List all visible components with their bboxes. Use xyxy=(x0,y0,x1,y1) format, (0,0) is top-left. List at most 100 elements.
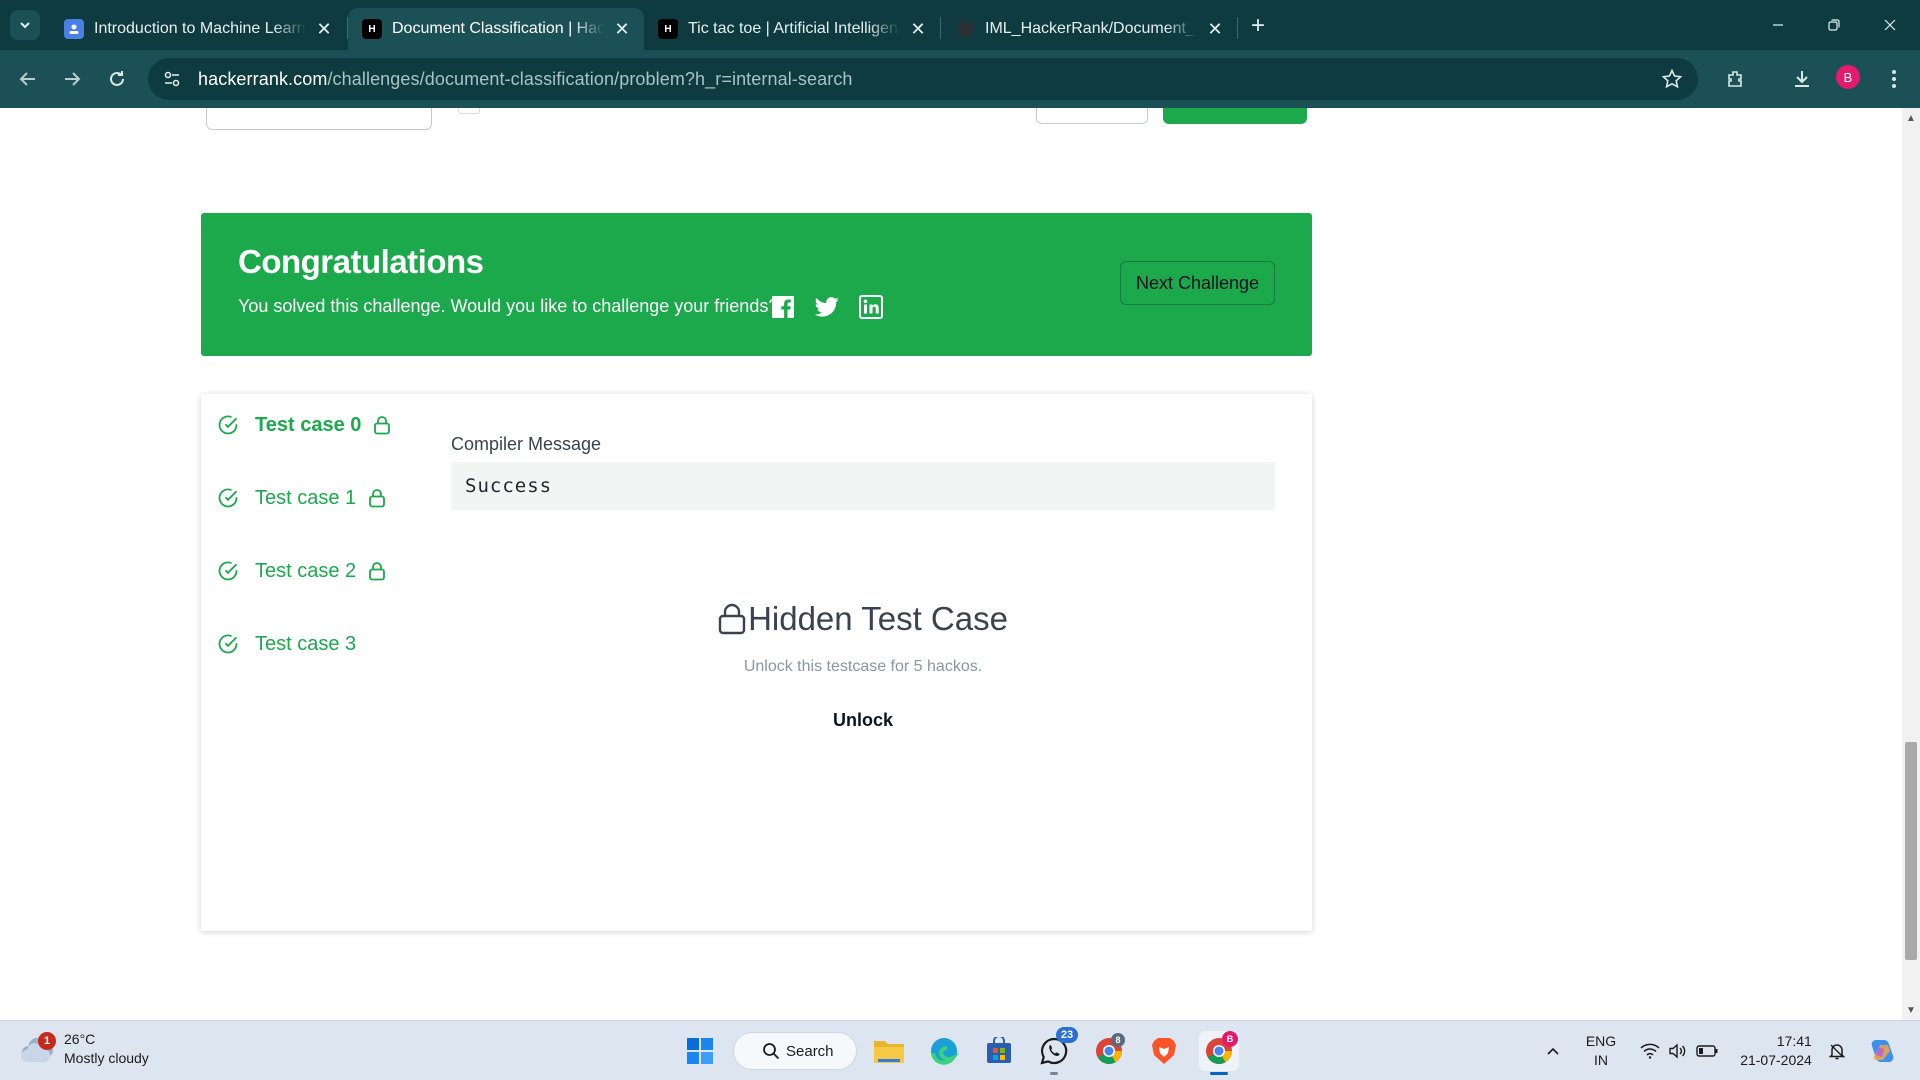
clock-time: 17:41 xyxy=(1776,1033,1812,1049)
arrow-left-icon xyxy=(19,72,35,86)
minimize-button[interactable] xyxy=(1750,0,1806,50)
tab-tic-tac-toe[interactable]: H Tic tac toe | Artificial Intelligence … xyxy=(644,8,940,50)
close-icon xyxy=(1884,19,1896,31)
partial-language-select[interactable] xyxy=(206,108,432,130)
unlock-button[interactable]: Unlock xyxy=(813,706,913,734)
chrome-profile-button[interactable]: 8 xyxy=(1089,1031,1129,1071)
profile-avatar[interactable]: B xyxy=(1836,65,1860,89)
new-tab-button[interactable]: + xyxy=(1244,12,1272,40)
hackerrank-icon: H xyxy=(362,19,382,39)
close-icon[interactable]: ✕ xyxy=(314,19,334,39)
forward-button[interactable] xyxy=(56,63,88,95)
page-viewport: Congratulations You solved this challeng… xyxy=(0,108,1902,1020)
close-icon[interactable]: ✕ xyxy=(908,19,928,39)
github-icon xyxy=(955,19,975,39)
weather-widget[interactable]: 1 26°C Mostly cloudy xyxy=(20,1030,149,1068)
url-host: hackerrank.com xyxy=(198,68,328,89)
url-text: hackerrank.com/challenges/document-class… xyxy=(198,69,853,90)
brave-icon xyxy=(1152,1038,1176,1064)
test-case-2-tab[interactable]: Test case 2 xyxy=(217,556,386,586)
tab-separator xyxy=(1237,17,1238,39)
check-circle-icon xyxy=(218,415,238,435)
tab-intro-ml[interactable]: Introduction to Machine Learnin ✕ xyxy=(50,8,346,50)
next-challenge-button[interactable]: Next Challenge xyxy=(1120,261,1275,305)
scroll-up-arrow-icon[interactable]: ▲ xyxy=(1902,110,1920,126)
browser-toolbar: hackerrank.com/challenges/document-class… xyxy=(0,50,1920,108)
facebook-icon[interactable] xyxy=(771,295,795,319)
close-icon[interactable]: ✕ xyxy=(1205,19,1225,39)
scroll-down-arrow-icon[interactable]: ▼ xyxy=(1902,1002,1920,1018)
hidden-test-case-subtitle: Unlock this testcase for 5 hackos. xyxy=(743,658,983,675)
system-clock[interactable]: 17:41 21-07-2024 xyxy=(1734,1021,1818,1080)
arrow-right-icon xyxy=(65,72,81,86)
clock-date: 21-07-2024 xyxy=(1740,1052,1812,1068)
tab-document-classification[interactable]: H Document Classification | Hacke ✕ xyxy=(348,8,644,50)
extensions-icon[interactable] xyxy=(1722,65,1750,93)
taskbar-search[interactable]: Search xyxy=(733,1032,857,1070)
region-code: IN xyxy=(1594,1052,1608,1068)
store-icon xyxy=(987,1037,1011,1063)
microsoft-store-button[interactable] xyxy=(979,1031,1019,1071)
check-circle-icon xyxy=(218,488,238,508)
input-language-indicator[interactable]: ENG IN xyxy=(1578,1021,1624,1080)
partial-run-button[interactable] xyxy=(1036,108,1148,124)
close-window-button[interactable] xyxy=(1862,0,1918,50)
folder-icon xyxy=(874,1041,904,1063)
tab-search-button[interactable] xyxy=(10,10,40,40)
file-explorer-button[interactable] xyxy=(869,1031,909,1071)
chrome-profile-badge: B xyxy=(1222,1031,1238,1047)
linkedin-icon[interactable] xyxy=(859,295,883,319)
cloudy-weather-icon: 1 xyxy=(20,1032,56,1064)
scrollbar-thumb[interactable] xyxy=(1905,742,1917,960)
congratulations-banner: Congratulations You solved this challeng… xyxy=(201,213,1312,356)
whatsapp-button[interactable]: 23 xyxy=(1034,1027,1078,1075)
language-code: ENG xyxy=(1585,1033,1617,1049)
tab-github[interactable]: IML_HackerRank/Document_Cla ✕ xyxy=(941,8,1237,50)
tab-title: IML_HackerRank/Document_Cla xyxy=(985,20,1197,37)
partial-checkbox[interactable] xyxy=(458,108,480,114)
page-scrollbar[interactable]: ▲ ▼ xyxy=(1902,108,1920,1020)
congrats-title: Congratulations xyxy=(238,243,484,280)
test-case-0-tab[interactable]: Test case 0 xyxy=(217,410,391,440)
running-indicator xyxy=(1050,1072,1058,1075)
wifi-icon[interactable] xyxy=(1636,1021,1664,1080)
chevron-up-icon xyxy=(1547,1047,1559,1055)
chevron-down-icon xyxy=(20,22,30,29)
chrome-active-button[interactable]: B xyxy=(1199,1031,1239,1075)
test-case-1-tab[interactable]: Test case 1 xyxy=(217,483,386,513)
menu-kebab-icon[interactable] xyxy=(1880,65,1908,93)
notification-bell-icon[interactable] xyxy=(1824,1021,1850,1080)
tab-title: Introduction to Machine Learnin xyxy=(94,20,306,37)
site-info-icon[interactable] xyxy=(160,67,184,91)
close-icon[interactable]: ✕ xyxy=(612,19,632,39)
tab-title: Document Classification | Hacke xyxy=(392,20,604,37)
lock-icon xyxy=(374,416,391,435)
lock-icon xyxy=(718,603,746,635)
test-case-3-tab[interactable]: Test case 3 xyxy=(217,629,356,659)
restore-icon xyxy=(1828,19,1840,31)
partial-submit-button[interactable] xyxy=(1163,108,1307,124)
search-label: Search xyxy=(786,1042,834,1060)
minimize-icon xyxy=(1773,24,1783,26)
test-case-label: Test case 3 xyxy=(255,632,357,655)
hidden-test-case-heading: Hidden Test Case xyxy=(451,600,1275,638)
reload-button[interactable] xyxy=(101,63,133,95)
start-button[interactable] xyxy=(680,1031,720,1071)
show-hidden-icons-button[interactable] xyxy=(1540,1021,1566,1080)
battery-icon[interactable] xyxy=(1692,1021,1722,1080)
weather-alert-badge: 1 xyxy=(38,1032,56,1050)
whatsapp-unread-badge: 23 xyxy=(1056,1027,1078,1043)
windows-logo-icon xyxy=(687,1038,713,1064)
brave-browser-button[interactable] xyxy=(1144,1031,1184,1071)
copilot-icon[interactable] xyxy=(1864,1021,1900,1080)
twitter-icon[interactable] xyxy=(815,295,839,319)
back-button[interactable] xyxy=(12,63,44,95)
download-icon[interactable] xyxy=(1788,65,1816,93)
restore-button[interactable] xyxy=(1806,0,1862,50)
address-bar[interactable]: hackerrank.com/challenges/document-class… xyxy=(148,58,1698,100)
volume-icon[interactable] xyxy=(1664,1021,1692,1080)
bookmark-star-icon[interactable] xyxy=(1660,67,1684,91)
edge-browser-button[interactable] xyxy=(924,1031,964,1071)
test-case-label: Test case 0 xyxy=(255,413,362,436)
test-case-label: Test case 1 xyxy=(255,486,357,509)
